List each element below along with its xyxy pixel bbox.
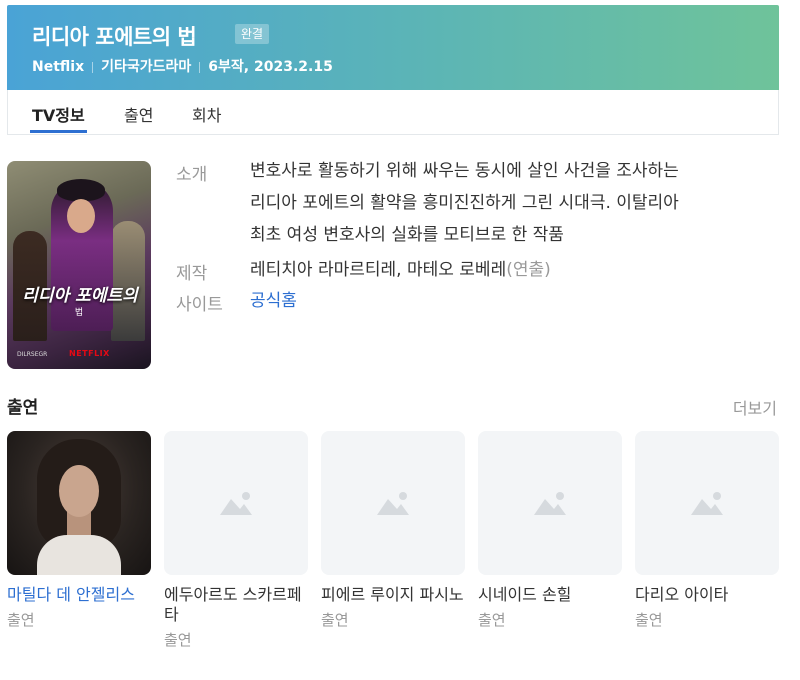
cast-photo-placeholder bbox=[478, 431, 622, 575]
tab-tv-info[interactable]: TV정보 bbox=[30, 102, 87, 133]
cast-role: 출연 bbox=[7, 611, 35, 629]
poster-subtitle: 법 bbox=[74, 308, 84, 318]
poster-face bbox=[67, 199, 95, 233]
drama-header: 리디아 포에트의 법 완결 Netflix 기타국가드라마 6부작, 2023.2.… bbox=[7, 5, 779, 90]
cast-photo-placeholder bbox=[164, 431, 308, 575]
intro-text: 변호사로 활동하기 위해 싸우는 동시에 살인 사건을 조사하는 리디아 포에트… bbox=[250, 155, 780, 251]
status-badge: 완결 bbox=[235, 24, 270, 44]
drama-poster[interactable]: 리디아 포에트의 법 DILRSEGR NETFLIX bbox=[7, 161, 151, 369]
drama-meta: Netflix 기타국가드라마 6부작, 2023.2.15 bbox=[32, 56, 333, 76]
cast-role: 출연 bbox=[321, 611, 349, 629]
intro-label: 소개 bbox=[176, 165, 208, 185]
cast-role: 출연 bbox=[164, 631, 192, 649]
cast-photo-placeholder bbox=[635, 431, 779, 575]
meta-network[interactable]: Netflix bbox=[32, 59, 84, 75]
cast-card[interactable]: 에두아르도 스카르페타 출연 bbox=[164, 431, 308, 650]
poster-hat bbox=[57, 179, 105, 201]
production-label: 제작 bbox=[176, 264, 208, 284]
cast-photo-placeholder bbox=[321, 431, 465, 575]
production-names: 레티치아 라마르티레, 마테오 로베레 bbox=[250, 260, 507, 280]
meta-episodes-date: 6부작, 2023.2.15 bbox=[208, 59, 333, 75]
netflix-logo: NETFLIX bbox=[69, 349, 110, 358]
production-value: 레티치아 라마르티레, 마테오 로베레(연출) bbox=[250, 254, 551, 286]
intro-line: 최초 여성 변호사의 실화를 모티브로 한 작품 bbox=[250, 225, 564, 245]
cast-card[interactable]: 피에르 루이지 파시노 출연 bbox=[321, 431, 465, 630]
photo-shirt bbox=[37, 535, 121, 575]
official-site-link[interactable]: 공식홈 bbox=[250, 285, 297, 317]
image-placeholder-icon bbox=[377, 492, 409, 515]
cast-card[interactable]: 다리오 아이타 출연 bbox=[635, 431, 779, 630]
production-note: (연출) bbox=[506, 260, 551, 280]
cast-role: 출연 bbox=[478, 611, 506, 629]
meta-separator bbox=[92, 61, 94, 73]
meta-genre: 기타국가드라마 bbox=[101, 59, 192, 75]
cast-name[interactable]: 다리오 아이타 bbox=[635, 585, 779, 605]
cast-section-title: 출연 bbox=[7, 398, 39, 418]
intro-line: 변호사로 활동하기 위해 싸우는 동시에 살인 사건을 조사하는 bbox=[250, 161, 679, 181]
photo-face bbox=[59, 465, 99, 517]
cast-name[interactable]: 피에르 루이지 파시노 bbox=[321, 585, 465, 605]
meta-separator bbox=[199, 61, 201, 73]
image-placeholder-icon bbox=[220, 492, 252, 515]
site-label: 사이트 bbox=[176, 295, 223, 315]
cast-name[interactable]: 시네이드 손힐 bbox=[478, 585, 622, 605]
poster-title: 리디아 포에트의 bbox=[22, 286, 138, 306]
tab-bar: TV정보 출연 회차 bbox=[7, 90, 779, 135]
cast-photo bbox=[7, 431, 151, 575]
cast-more-link[interactable]: 더보기 bbox=[733, 395, 777, 419]
image-placeholder-icon bbox=[534, 492, 566, 515]
intro-line: 리디아 포에트의 활약을 흥미진진하게 그린 시대극. 이탈리아 bbox=[250, 193, 679, 213]
poster-small-text: DILRSEGR bbox=[17, 351, 48, 358]
cast-name[interactable]: 마틸다 데 안젤리스 bbox=[7, 585, 151, 605]
tab-cast[interactable]: 출연 bbox=[124, 102, 153, 126]
image-placeholder-icon bbox=[691, 492, 723, 515]
cast-card[interactable]: 마틸다 데 안젤리스 출연 bbox=[7, 431, 151, 630]
tab-episodes[interactable]: 회차 bbox=[192, 102, 221, 126]
cast-card[interactable]: 시네이드 손힐 출연 bbox=[478, 431, 622, 630]
cast-name[interactable]: 에두아르도 스카르페타 bbox=[164, 585, 308, 625]
drama-title[interactable]: 리디아 포에트의 법 bbox=[32, 21, 197, 51]
cast-role: 출연 bbox=[635, 611, 663, 629]
